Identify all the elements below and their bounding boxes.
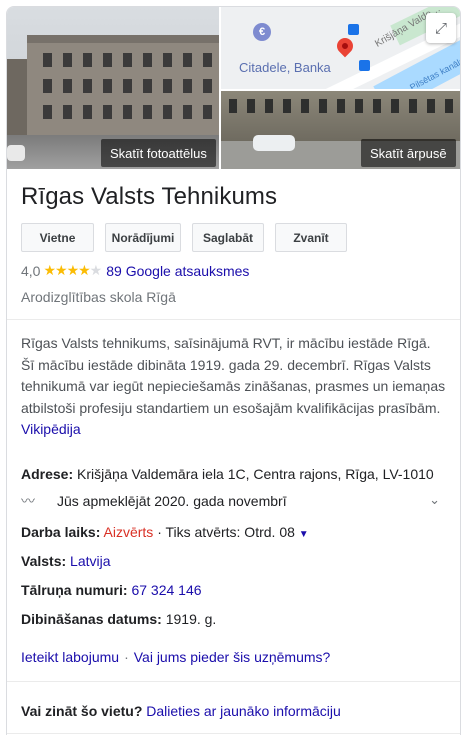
- view-outside-button[interactable]: Skatīt ārpusē: [361, 139, 456, 167]
- star-rating-icon: ★★★★★: [43, 262, 102, 278]
- action-bar: Vietne Norādījumi Saglabāt Zvanīt: [21, 223, 347, 252]
- chevron-down-icon[interactable]: ⌄: [429, 492, 440, 508]
- map-poi-label: Citadele, Banka: [239, 60, 331, 75]
- founded-row: Dibināšanas datums: 1919. g.: [21, 611, 216, 627]
- bus-stop-icon: [359, 60, 370, 71]
- divider: [7, 681, 460, 682]
- address-value: Krišjāņa Valdemāra iela 1C, Centra rajon…: [77, 466, 434, 482]
- share-info-link[interactable]: Dalieties ar jaunāko informāciju: [146, 703, 341, 719]
- country-row: Valsts: Latvija: [21, 553, 111, 569]
- hours-row: Darba laiks: Aizvērts · Tiks atvērts: Ot…: [21, 524, 309, 540]
- suggest-edit-link[interactable]: Ieteikt labojumu: [21, 649, 119, 665]
- founded-value: 1919. g.: [165, 611, 217, 627]
- wikipedia-link[interactable]: Vikipēdija: [21, 421, 81, 437]
- hours-next[interactable]: · Tiks atvērts: Otrd. 08: [157, 524, 295, 540]
- website-button[interactable]: Vietne: [21, 223, 94, 252]
- call-button[interactable]: Zvanīt: [275, 223, 347, 252]
- view-photos-button[interactable]: Skatīt fotoattēlus: [101, 139, 216, 167]
- trend-icon: 〰: [21, 493, 35, 509]
- phone-link[interactable]: 67 324 146: [131, 582, 201, 598]
- country-link[interactable]: Latvija: [70, 553, 110, 569]
- directions-button[interactable]: Norādījumi: [105, 223, 181, 252]
- know-label: Vai zināt šo vietu?: [21, 703, 143, 719]
- rating-row: 4,0 ★★★★★ 89 Google atsauksmes: [21, 262, 249, 279]
- map-thumbnail[interactable]: € Citadele, Banka Krišjāņa Valde… Pilsēt…: [221, 7, 460, 89]
- address-row: Adrese: Krišjāņa Valdemāra iela 1C, Cent…: [21, 466, 434, 482]
- reviews-link[interactable]: 89 Google atsauksmes: [106, 263, 249, 279]
- caret-down-icon[interactable]: ▼: [299, 529, 309, 540]
- hours-label: Darba laiks:: [21, 524, 101, 540]
- separator: ·: [124, 649, 129, 665]
- rating-value: 4,0: [21, 262, 41, 279]
- own-business-link[interactable]: Vai jums pieder šis uzņēmums?: [134, 649, 331, 665]
- bus-stop-icon: [348, 24, 359, 35]
- founded-label: Dibināšanas datums:: [21, 611, 162, 627]
- description-text: Rīgas Valsts tehnikums, saīsinājumā RVT,…: [21, 335, 446, 416]
- divider: [7, 319, 460, 320]
- footer-links: Ieteikt labojumu · Vai jums pieder šis uzņ…: [21, 649, 330, 665]
- place-category: Arodizglītības skola Rīgā: [21, 289, 176, 305]
- phone-label: Tālruņa numuri:: [21, 582, 128, 598]
- know-this-place-row: Vai zināt šo vietu? Dalieties ar jaunāko…: [21, 703, 341, 719]
- save-button[interactable]: Saglabāt: [192, 223, 264, 252]
- phone-row: Tālruņa numuri: 67 324 146: [21, 582, 202, 598]
- country-label: Valsts:: [21, 553, 67, 569]
- bank-marker-icon: €: [253, 23, 271, 41]
- divider: [7, 733, 460, 734]
- visit-text: Jūs apmeklējāt 2020. gada novembrī: [57, 493, 287, 509]
- visit-history-row[interactable]: 〰 Jūs apmeklējāt 2020. gada novembrī: [21, 491, 287, 511]
- location-pin-icon: [333, 34, 357, 58]
- address-label: Adrese:: [21, 466, 74, 482]
- hero-gallery: Skatīt fotoattēlus € Citadele, Banka Kri…: [7, 7, 460, 169]
- hours-status: Aizvērts: [103, 524, 154, 540]
- expand-map-icon[interactable]: ⤢: [426, 13, 456, 43]
- place-title: Rīgas Valsts Tehnikums: [21, 183, 278, 210]
- description: Rīgas Valsts tehnikums, saīsinājumā RVT,…: [21, 333, 446, 441]
- knowledge-panel: Skatīt fotoattēlus € Citadele, Banka Kri…: [6, 6, 461, 735]
